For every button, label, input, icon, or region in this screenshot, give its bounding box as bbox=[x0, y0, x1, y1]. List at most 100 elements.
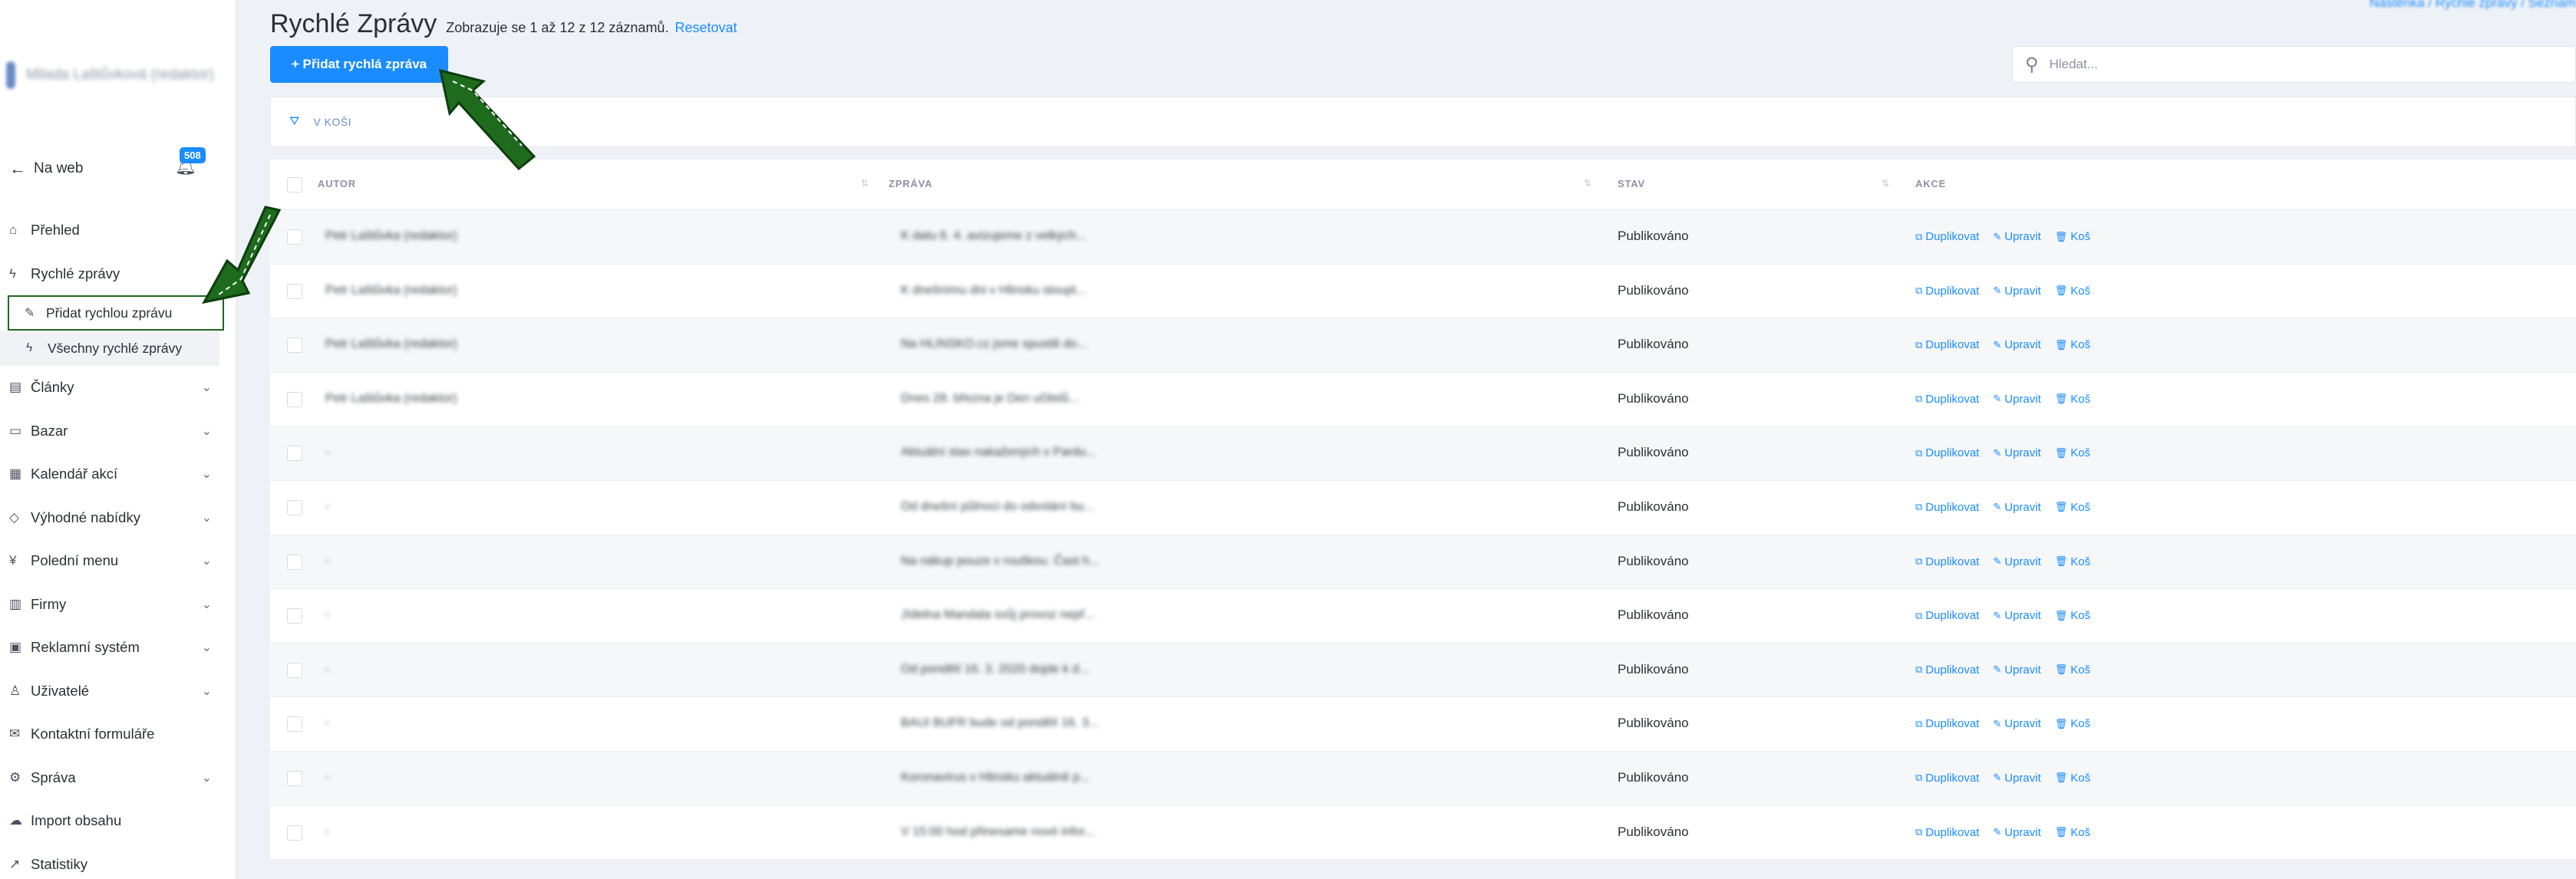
sidebar-item-3[interactable]: ▤ Články ⌄ bbox=[0, 366, 223, 410]
duplicate-button[interactable]: ⧉ Duplikovat bbox=[1915, 772, 1979, 785]
trash-button[interactable]: 🗑︎ Koš bbox=[2055, 285, 2090, 298]
edit-button[interactable]: ✎ Upravit bbox=[1993, 338, 2040, 351]
row-actions: ⧉ Duplikovat ✎ Upravit 🗑︎ Koš bbox=[1915, 338, 2104, 351]
row-checkbox[interactable] bbox=[287, 337, 302, 354]
add-quick-news-button[interactable]: + Přidat rychlá zpráva bbox=[270, 46, 448, 83]
submenu-item-label: Přidat rychlou zprávu bbox=[46, 305, 173, 321]
edit-button[interactable]: ✎ Upravit bbox=[1993, 501, 2040, 514]
sidebar-item-6[interactable]: ◇ Výhodné nabídky ⌄ bbox=[0, 496, 223, 540]
row-checkbox[interactable] bbox=[287, 716, 302, 732]
cell-message: BAUI BUFR bude od pondělí 16. 3... bbox=[901, 716, 1099, 730]
sidebar-item-12[interactable]: ⚙ Správa ⌄ bbox=[0, 756, 223, 800]
submenu-item-2[interactable]: ϟ Všechny rychlé zprávy bbox=[0, 331, 219, 366]
row-actions: ⧉ Duplikovat ✎ Upravit 🗑︎ Koš bbox=[1915, 717, 2104, 730]
row-checkbox[interactable] bbox=[287, 391, 302, 407]
row-checkbox[interactable] bbox=[287, 662, 302, 678]
trash-button[interactable]: 🗑︎ Koš bbox=[2055, 772, 2090, 785]
record-count: Zobrazuje se 1 až 12 z 12 záznamů. bbox=[446, 20, 669, 35]
sidebar-item-7[interactable]: ¥ Polední menu ⌄ bbox=[0, 539, 223, 583]
trash-button[interactable]: 🗑︎ Koš bbox=[2055, 338, 2090, 351]
trash-button[interactable]: 🗑︎ Koš bbox=[2055, 501, 2090, 514]
copy-icon: ⧉ bbox=[1915, 555, 1923, 568]
duplicate-label: Duplikovat bbox=[1925, 555, 1980, 568]
sort-icon[interactable]: ⇅ bbox=[861, 178, 869, 189]
trash-button[interactable]: 🗑︎ Koš bbox=[2055, 717, 2090, 730]
column-message[interactable]: ZPRÁVA bbox=[889, 178, 932, 189]
user-icon: ♙ bbox=[9, 683, 21, 698]
edit-icon: ✎ bbox=[1993, 393, 2002, 405]
duplicate-button[interactable]: ⧉ Duplikovat bbox=[1915, 663, 1979, 677]
trash-button[interactable]: 🗑︎ Koš bbox=[2055, 663, 2090, 677]
sidebar-item-label: Statistiky bbox=[31, 855, 88, 872]
copy-icon: ⧉ bbox=[1915, 772, 1923, 784]
sidebar-item-2[interactable]: ϟ Rychlé zprávy bbox=[0, 252, 223, 296]
trash-button[interactable]: 🗑︎ Koš bbox=[2055, 393, 2090, 406]
breadcrumb[interactable]: Nástěnka / Rychlé zprávy / Seznam bbox=[2370, 0, 2576, 11]
annotation-arrow-icon bbox=[439, 68, 536, 171]
row-checkbox[interactable] bbox=[287, 770, 302, 786]
duplicate-button[interactable]: ⧉ Duplikovat bbox=[1915, 338, 1979, 351]
trash-button[interactable]: 🗑︎ Koš bbox=[2055, 826, 2090, 839]
row-checkbox[interactable] bbox=[287, 446, 302, 462]
row-checkbox[interactable] bbox=[287, 608, 302, 624]
edit-button[interactable]: ✎ Upravit bbox=[1993, 230, 2040, 243]
row-checkbox[interactable] bbox=[287, 825, 302, 841]
user-profile[interactable]: Milada Laštůvková (redaktor) bbox=[6, 60, 221, 91]
sort-icon[interactable]: ⇅ bbox=[1584, 178, 1591, 189]
trash-button[interactable]: 🗑︎ Koš bbox=[2055, 230, 2090, 243]
column-author[interactable]: AUTOR bbox=[318, 178, 356, 189]
sidebar-item-10[interactable]: ♙ Uživatelé ⌄ bbox=[0, 670, 223, 713]
edit-icon: ✎ bbox=[1993, 446, 2002, 459]
cell-message: Jídelna Mandala svůj provoz nepř... bbox=[901, 608, 1095, 622]
edit-button[interactable]: ✎ Upravit bbox=[1993, 446, 2040, 459]
duplicate-button[interactable]: ⧉ Duplikovat bbox=[1915, 609, 1979, 622]
sidebar-item-8[interactable]: ▥ Firmy ⌄ bbox=[0, 583, 223, 627]
sidebar-item-5[interactable]: ▦ Kalendář akcí ⌄ bbox=[0, 453, 223, 496]
sidebar-item-11[interactable]: ✉ Kontaktní formuláře bbox=[0, 713, 223, 756]
edit-button[interactable]: ✎ Upravit bbox=[1993, 772, 2040, 785]
reset-link[interactable]: Resetovat bbox=[675, 20, 737, 36]
filter-trash-link[interactable]: V KOŠI bbox=[313, 116, 351, 128]
row-checkbox[interactable] bbox=[287, 499, 302, 515]
duplicate-button[interactable]: ⧉ Duplikovat bbox=[1915, 230, 1979, 243]
trash-button[interactable]: 🗑︎ Koš bbox=[2055, 555, 2090, 568]
edit-button[interactable]: ✎ Upravit bbox=[1993, 826, 2040, 839]
search-input[interactable] bbox=[2049, 57, 2541, 72]
edit-button[interactable]: ✎ Upravit bbox=[1993, 393, 2040, 406]
back-to-web-link[interactable]: ← Na web bbox=[9, 156, 83, 181]
trash-button[interactable]: 🗑︎ Koš bbox=[2055, 609, 2090, 622]
sidebar-item-1[interactable]: ⌂ Přehled bbox=[0, 209, 223, 252]
duplicate-button[interactable]: ⧉ Duplikovat bbox=[1915, 717, 1979, 730]
table-row: - Aktuální stav nakažených v Pardu... Publ… bbox=[270, 426, 2576, 481]
chevron-down-icon: ⌄ bbox=[201, 771, 212, 785]
duplicate-button[interactable]: ⧉ Duplikovat bbox=[1915, 826, 1979, 839]
filter-icon: ⛛ bbox=[289, 115, 300, 128]
edit-button[interactable]: ✎ Upravit bbox=[1993, 717, 2040, 730]
duplicate-button[interactable]: ⧉ Duplikovat bbox=[1915, 501, 1979, 514]
duplicate-button[interactable]: ⧉ Duplikovat bbox=[1915, 446, 1979, 459]
sidebar-item-label: Uživatelé bbox=[31, 682, 90, 699]
edit-button[interactable]: ✎ Upravit bbox=[1993, 285, 2040, 298]
edit-button[interactable]: ✎ Upravit bbox=[1993, 663, 2040, 677]
column-status[interactable]: STAV bbox=[1618, 178, 1645, 189]
cell-author: - bbox=[325, 825, 330, 838]
chevron-down-icon: ⌄ bbox=[201, 641, 212, 655]
row-actions: ⧉ Duplikovat ✎ Upravit 🗑︎ Koš bbox=[1915, 393, 2104, 406]
duplicate-button[interactable]: ⧉ Duplikovat bbox=[1915, 393, 1979, 406]
sidebar-item-13[interactable]: ☁ Import obsahu bbox=[0, 799, 223, 843]
submenu-item-1[interactable]: ✎ Přidat rychlou zprávu bbox=[8, 295, 224, 331]
duplicate-button[interactable]: ⧉ Duplikovat bbox=[1915, 555, 1979, 568]
select-all-checkbox[interactable] bbox=[287, 177, 302, 193]
copy-icon: ⧉ bbox=[1915, 501, 1923, 513]
edit-button[interactable]: ✎ Upravit bbox=[1993, 555, 2040, 568]
duplicate-button[interactable]: ⧉ Duplikovat bbox=[1915, 285, 1979, 298]
trash-icon: 🗑︎ bbox=[2054, 285, 2068, 297]
trash-button[interactable]: 🗑︎ Koš bbox=[2055, 446, 2090, 459]
sidebar-item-9[interactable]: ▣ Reklamní systém ⌄ bbox=[0, 626, 223, 670]
sidebar-item-14[interactable]: ↗ Statistiky bbox=[0, 843, 223, 879]
row-checkbox[interactable] bbox=[287, 554, 302, 570]
edit-button[interactable]: ✎ Upravit bbox=[1993, 609, 2040, 622]
sidebar-item-4[interactable]: ▭ Bazar ⌄ bbox=[0, 410, 223, 453]
cell-message: K dnešnímu dni v Hlinsku stoupl... bbox=[901, 283, 1087, 297]
sort-icon[interactable]: ⇅ bbox=[1882, 178, 1889, 189]
